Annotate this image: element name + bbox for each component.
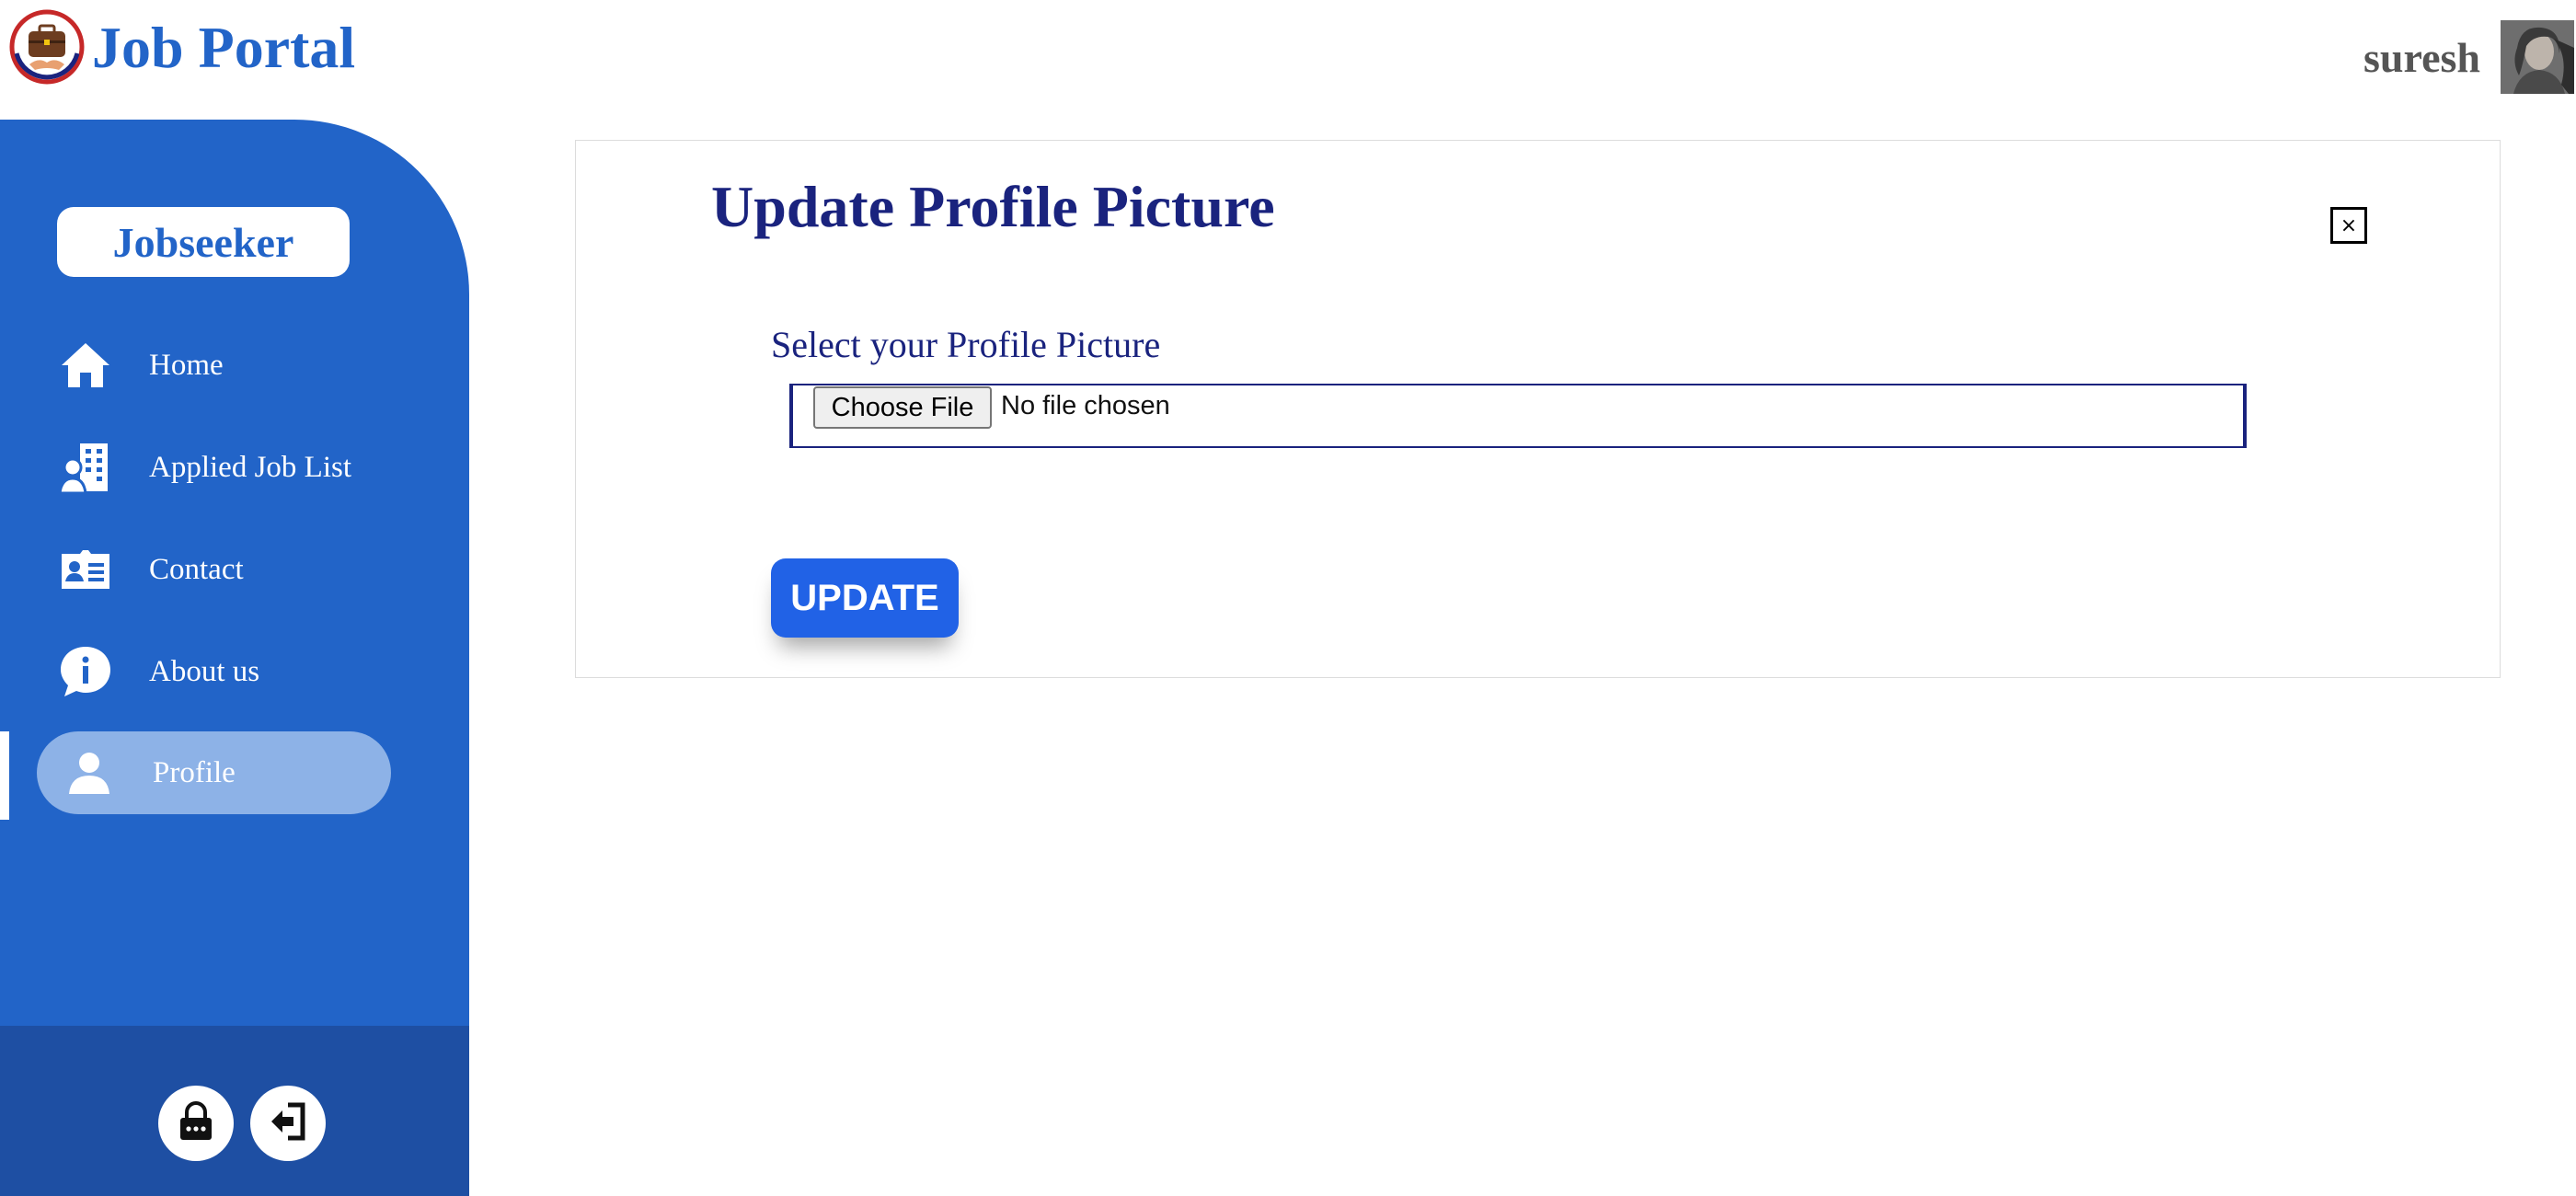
applied-jobs-icon xyxy=(55,437,116,498)
logout-icon xyxy=(268,1102,308,1145)
sidebar-item-label: About us xyxy=(149,654,260,688)
app-title[interactable]: Job Portal xyxy=(92,18,355,77)
lock-icon xyxy=(178,1100,214,1146)
sidebar-item-applied-job-list[interactable]: Applied Job List xyxy=(37,426,391,509)
sidebar-item-about-us[interactable]: About us xyxy=(37,630,391,713)
username-label[interactable]: suresh xyxy=(2363,37,2480,79)
choose-file-button[interactable]: Choose File xyxy=(813,386,992,429)
info-bubble-icon xyxy=(55,641,116,702)
update-button[interactable]: UPDATE xyxy=(771,558,959,638)
contact-card-icon xyxy=(55,539,116,600)
sidebar-item-label: Home xyxy=(149,348,224,382)
profile-picture-file-input[interactable]: Choose File No file chosen xyxy=(789,384,2247,448)
sidebar-item-contact[interactable]: Contact xyxy=(37,528,391,611)
sidebar-item-profile[interactable]: Profile xyxy=(37,731,391,814)
update-profile-picture-card: Update Profile Picture × Select your Pro… xyxy=(575,140,2501,678)
file-status-text: No file chosen xyxy=(1001,391,1170,420)
close-button[interactable]: × xyxy=(2330,207,2367,244)
avatar[interactable] xyxy=(2501,20,2574,94)
sidebar: Jobseeker Home Applied Job List Contact … xyxy=(0,120,469,1196)
lock-button[interactable] xyxy=(158,1086,234,1161)
sidebar-item-home[interactable]: Home xyxy=(37,324,391,407)
user-icon xyxy=(59,742,120,803)
briefcase-logo-icon xyxy=(9,9,85,85)
page-title: Update Profile Picture xyxy=(711,174,1275,239)
sidebar-footer xyxy=(0,1026,469,1196)
active-indicator xyxy=(0,731,9,820)
close-icon: × xyxy=(2340,213,2358,237)
profile-picture-label: Select your Profile Picture xyxy=(771,324,1161,365)
home-icon xyxy=(55,335,116,396)
role-badge: Jobseeker xyxy=(57,207,350,277)
top-header: Job Portal suresh xyxy=(0,0,2576,120)
sidebar-item-label: Applied Job List xyxy=(149,450,351,484)
sidebar-item-label: Profile xyxy=(153,755,236,789)
sidebar-item-label: Contact xyxy=(149,552,244,586)
logout-button[interactable] xyxy=(250,1086,326,1161)
